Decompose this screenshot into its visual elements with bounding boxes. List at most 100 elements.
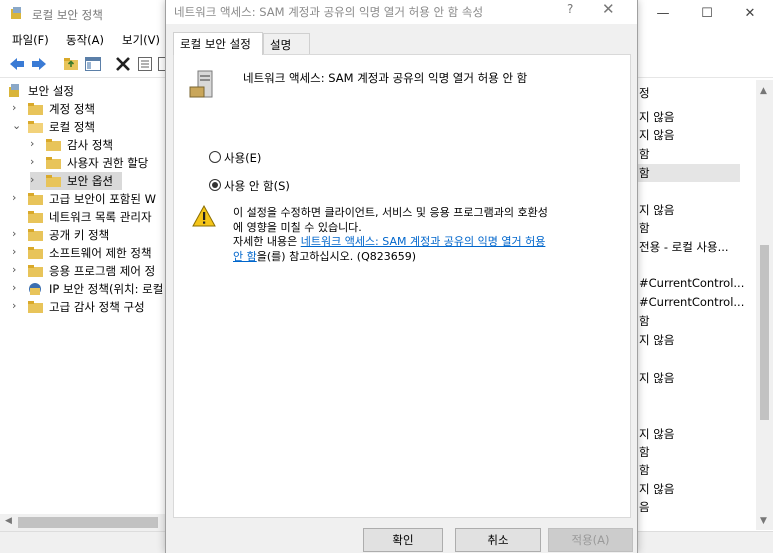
warning-line-1: 이 설정을 수정하면 클라이언트, 서비스 및 응용 프로그램과의 호환성 <box>233 206 548 219</box>
selected-row-highlight <box>637 164 740 182</box>
forward-icon[interactable] <box>30 55 48 73</box>
tree-item-security-options[interactable]: › 보안 옵션 <box>30 172 122 190</box>
list-item[interactable]: 함 <box>639 444 650 460</box>
radio-enabled-circle[interactable] <box>209 151 221 163</box>
policy-settings-column: 정 지 않음 지 않음 함 함 지 않음 함 전용 - 로컬 사용... #Cu… <box>637 80 757 530</box>
folder-icon <box>46 175 61 187</box>
chevron-right-icon[interactable]: › <box>12 191 24 204</box>
tree-item-label: 감사 정책 <box>67 138 113 152</box>
chevron-right-icon[interactable]: › <box>30 137 42 150</box>
open-folder-icon <box>28 121 43 133</box>
scroll-thumb[interactable] <box>18 517 158 528</box>
folder-icon <box>28 265 43 277</box>
chevron-down-icon[interactable]: ⌄ <box>12 119 24 132</box>
folder-icon <box>28 211 43 223</box>
dialog-close-button[interactable]: ✕ <box>602 0 615 18</box>
folder-icon <box>46 157 61 169</box>
tree-item-label: 소프트웨어 제한 정책 <box>49 246 152 260</box>
compatibility-warning: 이 설정을 수정하면 클라이언트, 서비스 및 응용 프로그램과의 호환성 에 … <box>233 206 613 264</box>
tab-explain[interactable]: 설명 <box>263 33 310 55</box>
list-item[interactable]: 지 않음 <box>639 370 674 386</box>
list-item[interactable]: 지 않음 <box>639 127 674 143</box>
scroll-down-icon[interactable]: ▼ <box>760 516 767 526</box>
maximize-button[interactable]: ☐ <box>684 0 730 28</box>
list-item-selected[interactable]: 함 <box>639 165 650 181</box>
folder-icon <box>28 247 43 259</box>
radio-enabled-label[interactable]: 사용(E) <box>224 150 261 166</box>
folder-icon <box>46 139 61 151</box>
tree-item-label: IP 보안 정책(위치: 로컬 <box>49 282 164 296</box>
policy-name: 네트워크 액세스: SAM 계정과 공유의 익명 열거 허용 안 함 <box>243 71 528 85</box>
console-tree: 보안 설정 › 계정 정책 ⌄ 로컬 정책 › 감사 정책 › 사용자 권한 할… <box>0 80 170 530</box>
up-folder-icon[interactable] <box>62 55 80 73</box>
list-item[interactable]: 음 <box>639 499 650 515</box>
warning-line-3: 자세한 내용은 네트워크 액세스: SAM 계정과 공유의 익명 열거 허용 <box>233 235 613 250</box>
radio-disabled-label[interactable]: 사용 안 함(S) <box>224 178 290 194</box>
scroll-left-icon[interactable]: ◀ <box>5 516 12 526</box>
help-topic-link-continued[interactable]: 안 함 <box>233 250 257 263</box>
list-item[interactable]: 지 않음 <box>639 426 674 442</box>
list-item[interactable]: 함 <box>639 462 650 478</box>
scroll-thumb[interactable] <box>760 245 769 420</box>
details-vertical-scrollbar[interactable]: ▲ ▼ <box>756 80 773 530</box>
list-item[interactable]: 함 <box>639 146 650 162</box>
scroll-up-icon[interactable]: ▲ <box>760 86 767 96</box>
chevron-right-icon[interactable]: › <box>12 281 24 294</box>
menu-file[interactable]: 파일(F) <box>12 32 49 48</box>
policy-properties-dialog: 네트워크 액세스: SAM 계정과 공유의 익명 열거 허용 안 함 속성 ? … <box>165 0 638 553</box>
tree-item-label: 네트워크 목록 관리자 <box>49 210 152 224</box>
help-button[interactable]: ? <box>567 2 573 16</box>
list-item[interactable]: #CurrentControl... <box>639 295 744 309</box>
local-security-policy-icon <box>11 7 21 19</box>
policy-server-icon <box>189 70 213 98</box>
close-button[interactable]: ✕ <box>727 0 773 28</box>
warning-icon <box>192 205 216 227</box>
tree-item-label: 사용자 권한 할당 <box>67 156 149 170</box>
menu-action[interactable]: 동작(A) <box>66 32 104 48</box>
folder-icon <box>28 301 43 313</box>
chevron-right-icon[interactable]: › <box>30 173 42 186</box>
list-item[interactable]: 함 <box>639 313 650 329</box>
delete-icon[interactable] <box>114 55 132 73</box>
tree-item-label: 고급 감사 정책 구성 <box>49 300 145 314</box>
folder-icon <box>28 103 43 115</box>
list-item[interactable]: 지 않음 <box>639 109 674 125</box>
properties-icon[interactable] <box>136 55 154 73</box>
folder-icon <box>28 193 43 205</box>
warning-line-2: 에 영향을 미칠 수 있습니다. <box>233 220 362 234</box>
warning-reference-suffix: 을(를) 참고하십시오. (Q823659) <box>256 249 417 263</box>
show-hide-tree-icon[interactable] <box>84 55 102 73</box>
apply-button[interactable]: 적용(A) <box>548 528 633 552</box>
list-item[interactable]: 지 않음 <box>639 481 674 497</box>
chevron-right-icon[interactable]: › <box>30 155 42 168</box>
list-item[interactable]: 지 않음 <box>639 332 674 348</box>
chevron-right-icon[interactable]: › <box>12 299 24 312</box>
list-item[interactable]: 전용 - 로컬 사용... <box>639 239 729 255</box>
radio-disabled-circle[interactable] <box>209 179 221 191</box>
tree-item-label: 보안 옵션 <box>67 174 113 188</box>
tab-panel: 네트워크 액세스: SAM 계정과 공유의 익명 열거 허용 안 함 사용(E)… <box>173 54 631 518</box>
minimize-button[interactable]: — <box>640 0 686 28</box>
chevron-right-icon[interactable]: › <box>12 227 24 240</box>
help-topic-link[interactable]: 네트워크 액세스: SAM 계정과 공유의 익명 열거 허용 <box>301 235 546 248</box>
folder-icon <box>28 229 43 241</box>
security-settings-icon <box>9 84 19 97</box>
warning-line-4: 안 함을(를) 참고하십시오. (Q823659) <box>233 250 613 265</box>
tree-horizontal-scrollbar[interactable]: ◀ <box>0 514 165 531</box>
warning-more-info-prefix: 자세한 내용은 <box>233 235 301 248</box>
list-item[interactable]: 지 않음 <box>639 202 674 218</box>
cancel-button[interactable]: 취소 <box>455 528 541 552</box>
column-header-fragment[interactable]: 정 <box>639 85 650 101</box>
list-item[interactable]: #CurrentControl... <box>639 276 744 290</box>
list-item[interactable]: 함 <box>639 220 650 236</box>
tab-local-security-setting[interactable]: 로컬 보안 설정 <box>173 32 263 55</box>
back-icon[interactable] <box>8 55 26 73</box>
tree-item-label: 보안 설정 <box>28 84 74 98</box>
ok-button[interactable]: 확인 <box>363 528 443 552</box>
main-window-title: 로컬 보안 정책 <box>32 8 103 22</box>
chevron-right-icon[interactable]: › <box>12 101 24 114</box>
menu-view[interactable]: 보기(V) <box>122 32 160 48</box>
chevron-right-icon[interactable]: › <box>12 245 24 258</box>
chevron-right-icon[interactable]: › <box>12 263 24 276</box>
tree-item-label: 계정 정책 <box>49 102 95 116</box>
